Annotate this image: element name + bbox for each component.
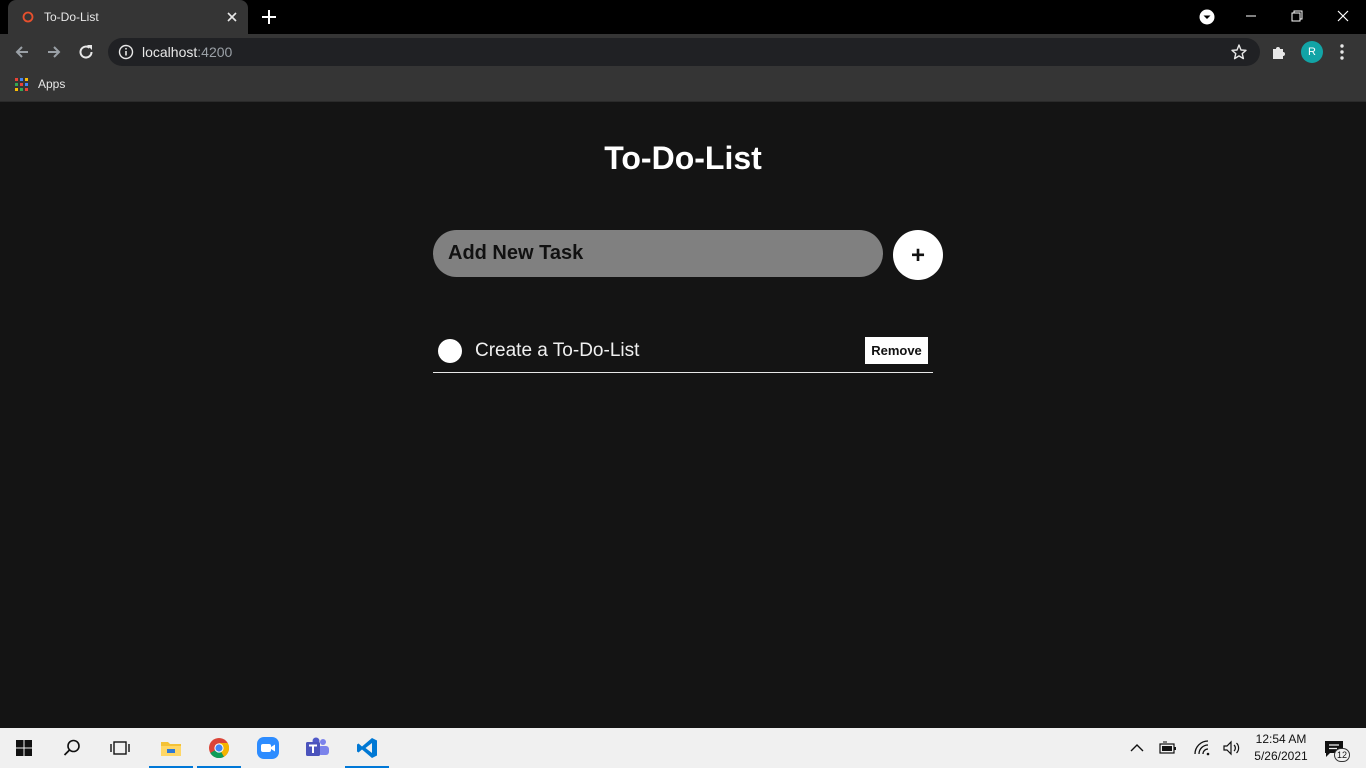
notification-count: 12 (1334, 748, 1350, 762)
task-view-icon (110, 741, 130, 755)
minimize-icon (1246, 15, 1256, 17)
close-icon (1337, 10, 1349, 22)
apps-bookmark[interactable]: Apps (38, 77, 65, 91)
tab-search-icon[interactable] (1198, 8, 1216, 26)
zoom-icon (257, 737, 279, 759)
task-item: Create a To-Do-List Remove (433, 335, 933, 373)
clock-time: 12:54 AM (1255, 732, 1307, 746)
taskbar-clock[interactable]: 12:54 AM 5/26/2021 (1248, 731, 1314, 765)
close-icon[interactable] (224, 9, 240, 25)
task-view-button[interactable] (96, 728, 144, 768)
tray-volume[interactable] (1222, 738, 1242, 758)
clock-date: 5/26/2021 (1254, 749, 1308, 763)
taskbar-zoom[interactable] (244, 728, 292, 768)
start-button[interactable] (0, 728, 48, 768)
tray-battery[interactable] (1158, 738, 1178, 758)
file-explorer-icon (161, 742, 181, 756)
task-complete-toggle[interactable] (438, 339, 462, 363)
angular-favicon-icon (22, 11, 34, 23)
restore-button[interactable] (1274, 0, 1320, 32)
browser-tab-strip: To-Do-List (0, 0, 1366, 34)
tray-overflow-button[interactable] (1127, 738, 1147, 758)
battery-icon (1159, 741, 1176, 754)
reload-icon (79, 45, 93, 59)
restore-icon (1291, 10, 1303, 22)
kebab-menu-icon[interactable] (1336, 42, 1348, 62)
tab-title: To-Do-List (44, 10, 99, 24)
url-host: localhost (142, 44, 198, 60)
star-icon[interactable] (1230, 43, 1248, 61)
url-text[interactable]: localhost:4200 (142, 44, 232, 60)
profile-avatar[interactable]: R (1301, 41, 1323, 63)
back-arrow-icon (15, 46, 28, 58)
chevron-up-icon (1130, 744, 1144, 752)
chrome-icon (209, 738, 230, 759)
bookmarks-bar: Apps (0, 70, 1366, 102)
taskbar-vscode[interactable] (343, 728, 391, 768)
windows-taskbar: 12:54 AM 5/26/2021 12 (0, 728, 1366, 768)
new-task-input[interactable] (433, 230, 883, 277)
browser-tab[interactable]: To-Do-List (8, 0, 248, 34)
minimize-button[interactable] (1228, 0, 1274, 32)
todo-app: To-Do-List + Create a To-Do-List Remove (0, 102, 1366, 728)
url-port: :4200 (197, 44, 233, 60)
puzzle-icon[interactable] (1270, 43, 1288, 61)
back-button[interactable] (10, 40, 34, 64)
search-button[interactable] (48, 728, 96, 768)
taskbar-file-explorer[interactable] (147, 728, 195, 768)
windows-start-icon (16, 740, 32, 756)
search-icon (63, 739, 80, 756)
forward-button[interactable] (42, 40, 66, 64)
taskbar-teams[interactable] (293, 728, 341, 768)
forward-arrow-icon (48, 46, 61, 58)
screen: To-Do-List localhost:4200 R Apps To-Do-L… (0, 0, 1366, 768)
wifi-icon (1194, 740, 1210, 756)
tray-network[interactable] (1192, 738, 1212, 758)
reload-button[interactable] (74, 40, 98, 64)
browser-toolbar: localhost:4200 R (0, 34, 1366, 70)
page-title: To-Do-List (604, 140, 762, 176)
info-icon[interactable] (118, 44, 134, 60)
plus-icon[interactable] (259, 7, 279, 27)
speaker-icon (1223, 740, 1240, 756)
taskbar-chrome[interactable] (195, 728, 243, 768)
task-text: Create a To-Do-List (475, 340, 640, 361)
vscode-icon (357, 738, 377, 758)
remove-task-button[interactable]: Remove (865, 337, 928, 364)
window-close-button[interactable] (1320, 0, 1366, 32)
teams-icon (306, 737, 329, 756)
address-bar[interactable]: localhost:4200 (108, 38, 1260, 66)
add-task-button[interactable]: + (893, 230, 943, 280)
apps-grid-icon[interactable] (15, 78, 28, 91)
